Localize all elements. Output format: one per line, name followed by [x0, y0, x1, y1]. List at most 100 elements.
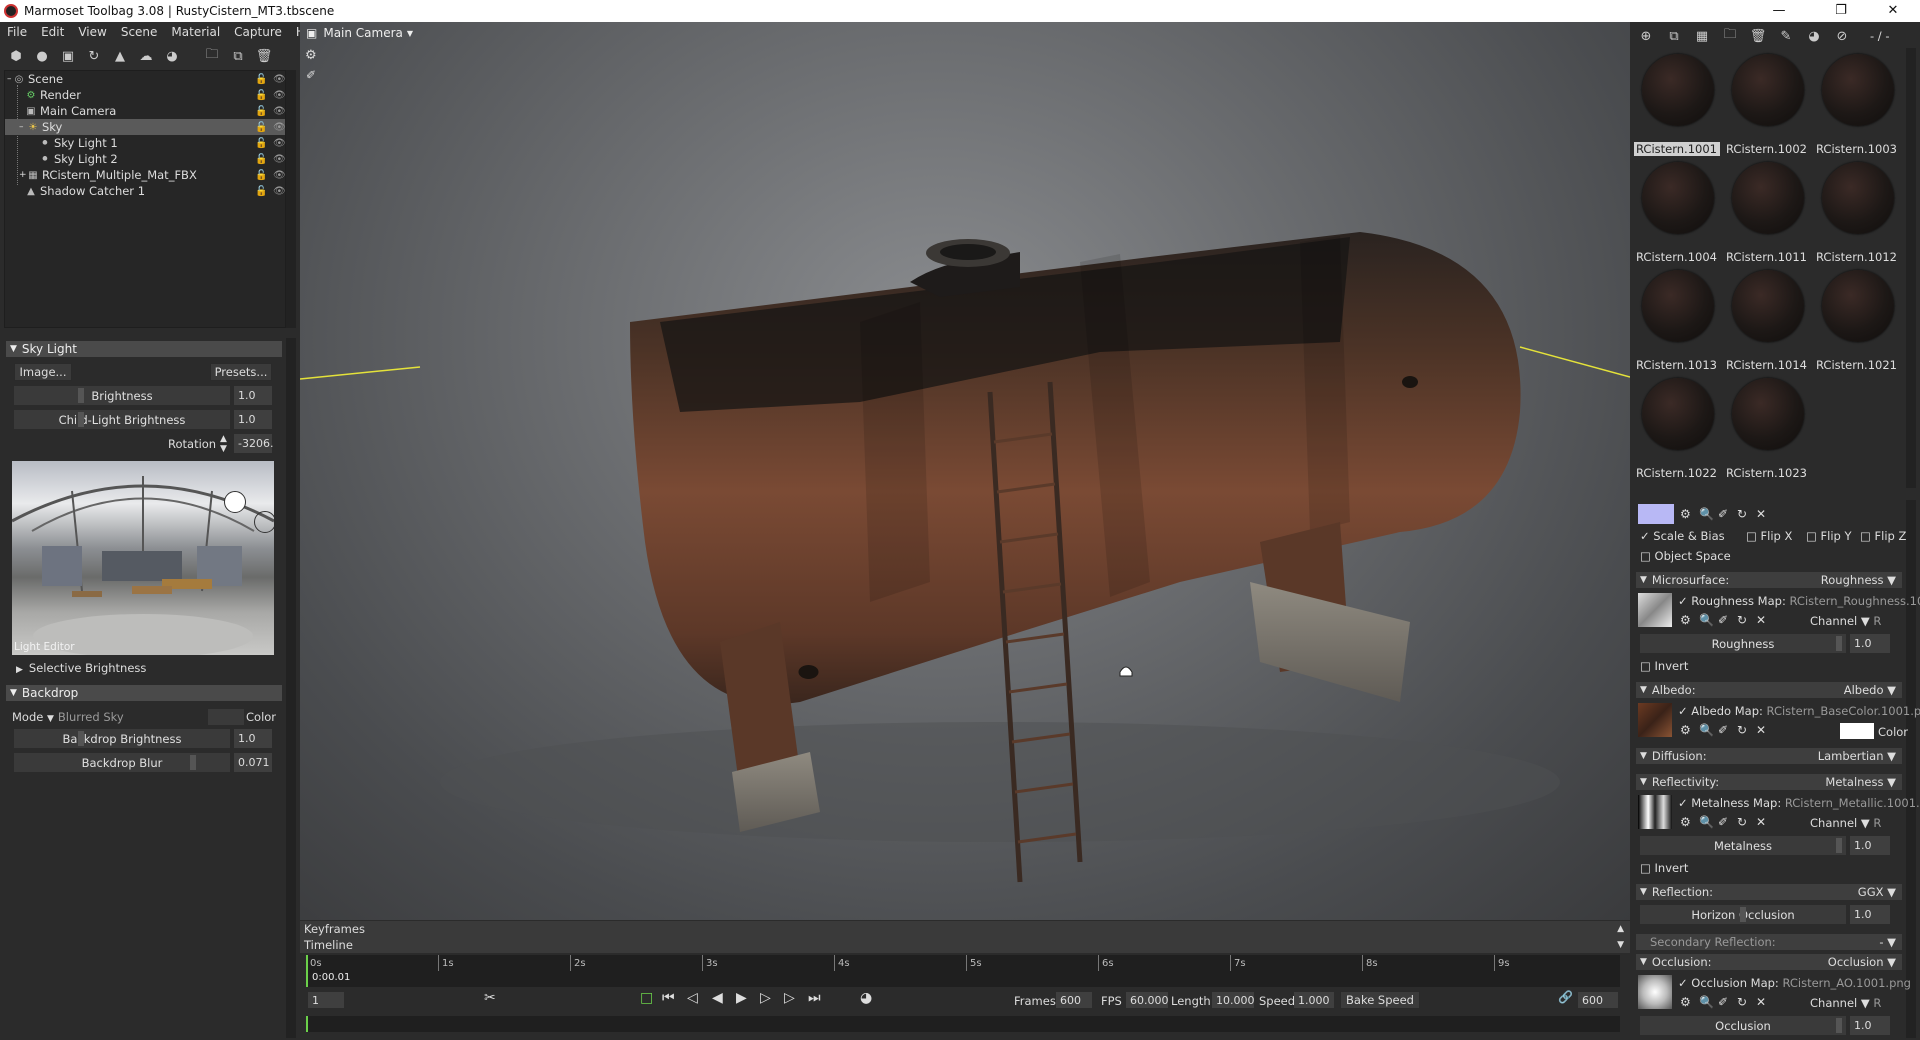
picker-icon[interactable]: ◕ [1804, 26, 1824, 46]
refresh-icon[interactable]: ↻ [1737, 815, 1756, 829]
loop-icon[interactable]: □ [640, 990, 653, 1006]
roughness-map-thumbnail[interactable] [1638, 593, 1672, 627]
flip-y-checkbox[interactable]: □ Flip Y [1806, 529, 1852, 543]
microsurface-dropdown[interactable]: Roughness ▼ [1821, 573, 1896, 587]
metalness-slider[interactable]: Metalness [1640, 836, 1846, 855]
metalness-channel-dropdown[interactable]: Channel ▼ R [1810, 816, 1881, 830]
lock-icon[interactable]: 🔓 [255, 170, 267, 181]
albedo-map-thumbnail[interactable] [1638, 703, 1672, 737]
lock-icon[interactable]: 🔓 [255, 154, 267, 165]
eyedropper-icon[interactable]: ✐ [1718, 723, 1737, 737]
refresh-icon[interactable]: ↻ [1737, 507, 1756, 521]
material-grid-scrollbar[interactable] [1906, 48, 1916, 488]
occlusion-slider[interactable]: Occlusion [1640, 1016, 1846, 1035]
material-rcistern-1001[interactable]: RCistern.1001 [1634, 52, 1720, 160]
outliner-item-render[interactable]: ⚙ Render 🔓 👁 [5, 87, 286, 103]
roughness-value[interactable]: 1.0 [1850, 634, 1890, 653]
lock-icon[interactable]: 🔓 [255, 106, 267, 117]
material-properties-scrollbar[interactable] [1906, 500, 1916, 1038]
horizon-occlusion-value[interactable]: 1.0 [1850, 905, 1890, 924]
lock-icon[interactable]: 🔓 [255, 74, 267, 85]
image-button[interactable]: Image... [14, 363, 72, 381]
reflection-header[interactable]: ▼ Reflection: GGX ▼ [1636, 884, 1902, 900]
material-rcistern-1011[interactable]: RCistern.1011 [1724, 160, 1810, 268]
skip-end-icon[interactable]: ⏭ [808, 990, 821, 1006]
material-rcistern-1023[interactable]: RCistern.1023 [1724, 376, 1810, 484]
eyedropper-icon[interactable]: ✐ [1718, 613, 1737, 627]
folder-icon[interactable]: 🗀 [202, 46, 222, 66]
assign-icon[interactable]: ✎ [1776, 26, 1796, 46]
expand-up-icon[interactable]: ▲ [1617, 924, 1624, 934]
object-space-checkbox[interactable]: □ Object Space [1640, 549, 1731, 563]
roughness-invert-checkbox[interactable]: □ Invert [1640, 659, 1688, 673]
add-turntable-icon[interactable]: ↻ [84, 46, 104, 66]
visibility-icon[interactable]: 👁 [273, 106, 286, 117]
menu-view[interactable]: View [71, 25, 113, 39]
settings-icon[interactable]: ⚙ [1680, 815, 1699, 829]
minimize-icon[interactable]: — [1756, 0, 1802, 22]
albedo-dropdown[interactable]: Albedo ▼ [1844, 683, 1896, 697]
outliner-item-shadow-catcher[interactable]: ▲ Shadow Catcher 1 🔓 👁 [5, 183, 286, 199]
material-rcistern-1013[interactable]: RCistern.1013 [1634, 268, 1720, 376]
zoom-icon[interactable]: 🔍 [1699, 507, 1718, 521]
current-frame-field[interactable]: 1 [308, 992, 344, 1008]
flip-x-checkbox[interactable]: □ Flip X [1746, 529, 1792, 543]
next-key-icon[interactable]: ▷ [784, 990, 795, 1006]
scale-bias-checkbox[interactable]: ✓ Scale & Bias [1640, 529, 1725, 543]
play-icon[interactable]: ▶ [736, 990, 747, 1006]
new-material-icon[interactable]: ⊕ [1636, 26, 1656, 46]
material-rcistern-1014[interactable]: RCistern.1014 [1724, 268, 1810, 376]
refresh-icon[interactable]: ↻ [1737, 613, 1756, 627]
visibility-icon[interactable]: 👁 [273, 90, 286, 101]
mode-dropdown[interactable]: ▼ Blurred Sky [47, 710, 124, 724]
visibility-icon[interactable]: 👁 [273, 170, 286, 181]
material-rcistern-1021[interactable]: RCistern.1021 [1814, 268, 1900, 376]
presets-button[interactable]: Presets... [210, 363, 272, 381]
frames-field[interactable]: 600 [1056, 992, 1092, 1008]
outliner-item-sky[interactable]: – ☀ Sky 🔓 👁 [5, 119, 286, 135]
occlusion-map-thumbnail[interactable] [1638, 975, 1672, 1009]
expand-down-icon[interactable]: ▼ [1617, 940, 1624, 950]
viewport-camera-selector[interactable]: ▣ Main Camera ▼ [300, 22, 440, 44]
duplicate-icon[interactable]: ⧉ [228, 46, 248, 66]
remove-icon[interactable]: ✕ [1756, 815, 1775, 829]
delete-icon[interactable]: 🗑 [254, 46, 274, 66]
clear-icon[interactable]: ⊘ [1832, 26, 1852, 46]
add-mesh-icon[interactable]: ⬢ [6, 46, 26, 66]
selective-brightness-toggle[interactable]: ▶ Selective Brightness [16, 661, 146, 675]
visibility-icon[interactable]: 👁 [273, 154, 286, 165]
menu-file[interactable]: File [0, 25, 34, 39]
delete-icon[interactable]: 🗑 [1748, 26, 1768, 46]
horizon-occlusion-slider[interactable]: Horizon Occlusion [1640, 905, 1846, 924]
zoom-icon[interactable]: 🔍 [1699, 723, 1718, 737]
keyframe-track[interactable] [306, 1016, 1620, 1032]
add-sky-icon[interactable]: ◕ [162, 46, 182, 66]
backdrop-color-swatch[interactable] [208, 709, 244, 725]
prev-frame-icon[interactable]: ◀ [712, 990, 723, 1006]
timeline-ruler[interactable]: 0s 1s 2s 3s 4s 5s 6s 7s 8s 9s 0:00.01 [306, 955, 1620, 987]
menu-capture[interactable]: Capture [227, 25, 289, 39]
eyedropper-icon[interactable]: ✐ [1718, 995, 1737, 1009]
eyedropper-icon[interactable]: ✐ [1718, 815, 1737, 829]
settings-icon[interactable]: ⚙ [1680, 507, 1699, 521]
timeline-bar[interactable]: Timeline ▼ [300, 937, 1630, 953]
menu-material[interactable]: Material [164, 25, 227, 39]
menu-scene[interactable]: Scene [114, 25, 165, 39]
visibility-icon[interactable]: 👁 [273, 74, 286, 85]
roughness-channel-dropdown[interactable]: Channel ▼ R [1810, 614, 1881, 628]
outliner-item-mesh[interactable]: + ▦ RCistern_Multiple_Mat_FBX 🔓 👁 [5, 167, 286, 183]
backdrop-blur-value[interactable]: 0.071 [234, 753, 272, 772]
reflectivity-dropdown[interactable]: Metalness ▼ [1825, 775, 1896, 789]
remove-icon[interactable]: ✕ [1756, 723, 1775, 737]
refresh-icon[interactable]: ↻ [1737, 995, 1756, 1009]
visibility-icon[interactable]: 👁 [273, 186, 286, 197]
lock-icon[interactable]: 🔓 [255, 138, 267, 149]
light-handle-2[interactable] [254, 511, 274, 533]
settings-icon[interactable]: ⚙ [1680, 613, 1699, 627]
grid-view-icon[interactable]: ▦ [1692, 26, 1712, 46]
skip-start-icon[interactable]: ⏮ [662, 990, 675, 1006]
remove-icon[interactable]: ✕ [1756, 995, 1775, 1009]
bake-speed-button[interactable]: Bake Speed [1340, 991, 1420, 1009]
properties-scrollbar[interactable] [286, 338, 296, 1038]
rotation-value[interactable]: -3206. [234, 434, 273, 453]
